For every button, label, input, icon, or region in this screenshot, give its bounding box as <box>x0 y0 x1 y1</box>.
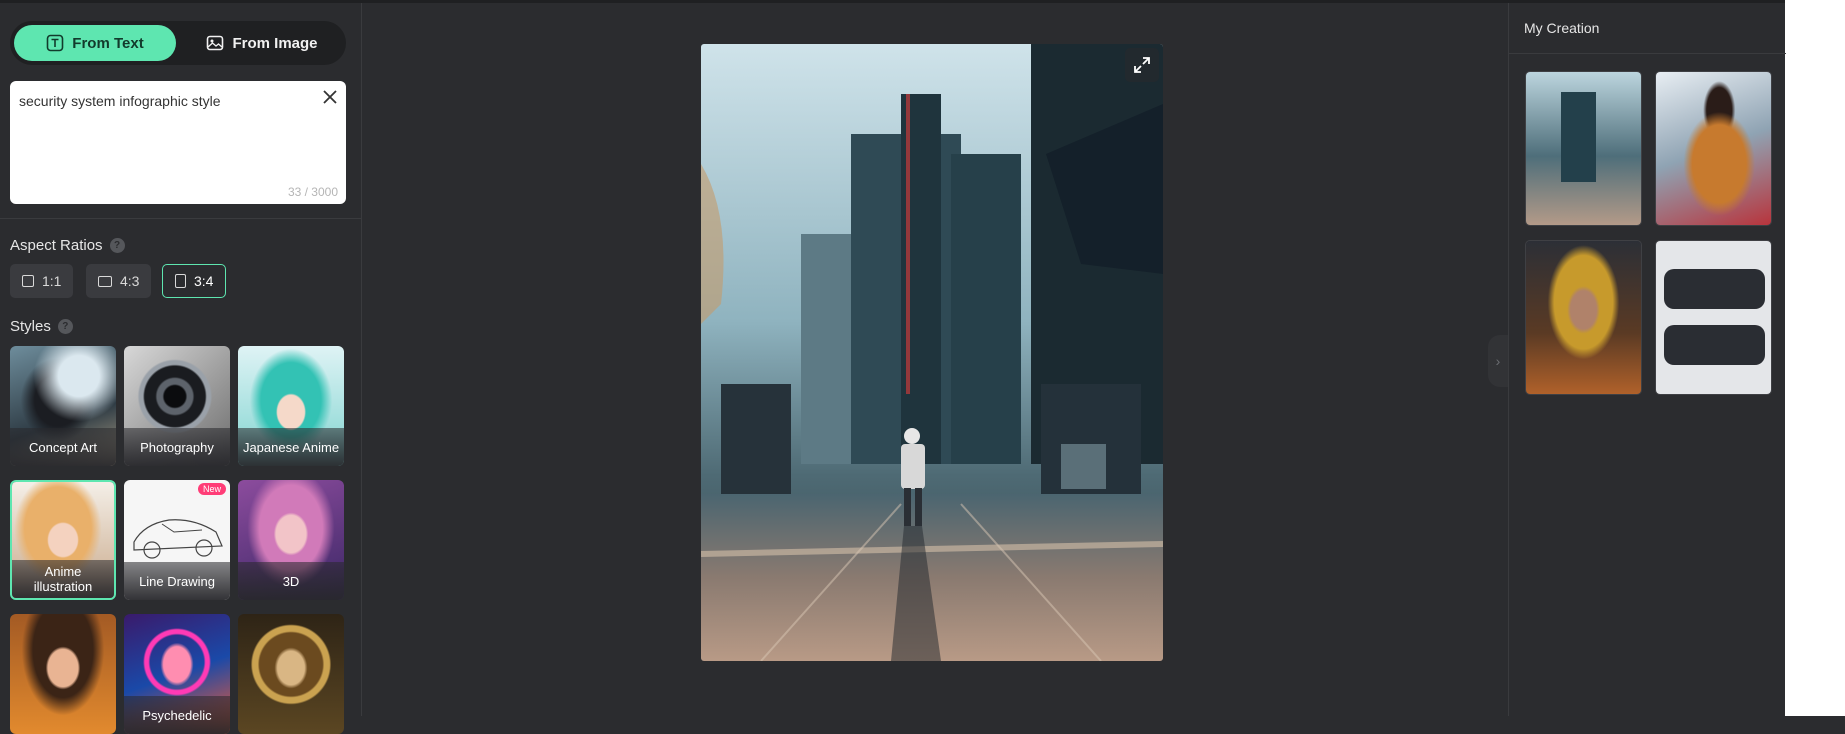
style-anime-illustration[interactable]: Anime illustration <box>10 480 116 600</box>
style-psychedelic[interactable]: Psychedelic <box>124 614 230 734</box>
prompt-textarea[interactable]: security system infographic style 33 / 3… <box>10 81 346 204</box>
style-label: 3D <box>238 562 344 600</box>
char-counter: 33 / 3000 <box>287 185 338 199</box>
close-icon[interactable] <box>320 87 340 107</box>
creation-thumbnail[interactable] <box>1655 240 1772 395</box>
styles-heading: Styles ? <box>10 318 73 335</box>
divider <box>0 218 361 219</box>
thumbnail-device <box>1664 269 1765 309</box>
canvas-area: › <box>362 3 1508 716</box>
prompt-value[interactable]: security system infographic style <box>19 93 319 109</box>
style-label: Line Drawing <box>124 562 230 600</box>
my-creation-title: My Creation <box>1524 20 1600 36</box>
image-icon <box>207 35 224 51</box>
thumbnail-device <box>1664 325 1765 365</box>
thumbnail-building <box>1561 92 1596 182</box>
tab-from-image[interactable]: From Image <box>182 25 342 61</box>
ratio-4-3[interactable]: 4:3 <box>86 264 152 298</box>
square-icon <box>22 275 34 287</box>
style-concept-art[interactable]: Concept Art <box>10 346 116 466</box>
help-icon[interactable]: ? <box>57 319 73 334</box>
tab-from-text[interactable]: From Text <box>14 25 176 61</box>
divider <box>1509 53 1786 54</box>
style-japanese-anime[interactable]: Japanese Anime <box>238 346 344 466</box>
ratio-label: 4:3 <box>120 273 140 289</box>
generated-image[interactable] <box>701 44 1163 661</box>
ratio-label: 1:1 <box>42 273 62 289</box>
expand-button[interactable] <box>1125 48 1159 82</box>
style-label: Japanese Anime <box>238 428 344 466</box>
city-scene-image <box>701 44 1163 661</box>
style-classic[interactable] <box>238 614 344 734</box>
style-thumbnail <box>238 614 344 734</box>
style-photography[interactable]: Photography <box>124 346 230 466</box>
creation-thumbnail[interactable] <box>1525 71 1642 226</box>
thumbnail-image <box>1656 72 1771 225</box>
style-3d[interactable]: 3D <box>238 480 344 600</box>
aspect-ratios-heading: Aspect Ratios ? <box>10 237 125 254</box>
text-icon <box>46 34 64 52</box>
style-line-drawing[interactable]: New Line Drawing <box>124 480 230 600</box>
expand-icon <box>1134 57 1150 73</box>
portrait-icon <box>175 274 186 288</box>
aspect-ratios-title: Aspect Ratios <box>10 237 103 254</box>
style-label: Concept Art <box>10 428 116 466</box>
panel-toggle[interactable]: › <box>1488 335 1508 387</box>
window-edge <box>1785 0 1845 716</box>
tab-from-image-label: From Image <box>232 34 318 52</box>
help-icon[interactable]: ? <box>109 238 125 253</box>
mode-tabs: From Text From Image <box>10 21 346 65</box>
ratio-3-4[interactable]: 3:4 <box>162 264 227 298</box>
ratio-1-1[interactable]: 1:1 <box>10 264 74 298</box>
ratio-label: 3:4 <box>194 273 214 289</box>
thumbnail-image <box>1526 241 1641 394</box>
tab-from-text-label: From Text <box>72 34 144 52</box>
style-thumbnail <box>10 614 116 734</box>
styles-title: Styles <box>10 318 51 335</box>
chevron-right-icon: › <box>1495 353 1501 369</box>
right-panel: My Creation <box>1508 3 1786 716</box>
new-badge: New <box>197 483 226 495</box>
style-label: Psychedelic <box>124 696 230 734</box>
thumbnail-image <box>1656 241 1771 394</box>
left-panel: From Text From Image security system inf… <box>0 3 362 734</box>
style-label: Anime illustration <box>12 560 114 598</box>
style-label: Photography <box>124 428 230 466</box>
style-oil-painting[interactable] <box>10 614 116 734</box>
creation-thumbnail[interactable] <box>1655 71 1772 226</box>
landscape-icon <box>98 275 112 287</box>
creation-thumbnail[interactable] <box>1525 240 1642 395</box>
